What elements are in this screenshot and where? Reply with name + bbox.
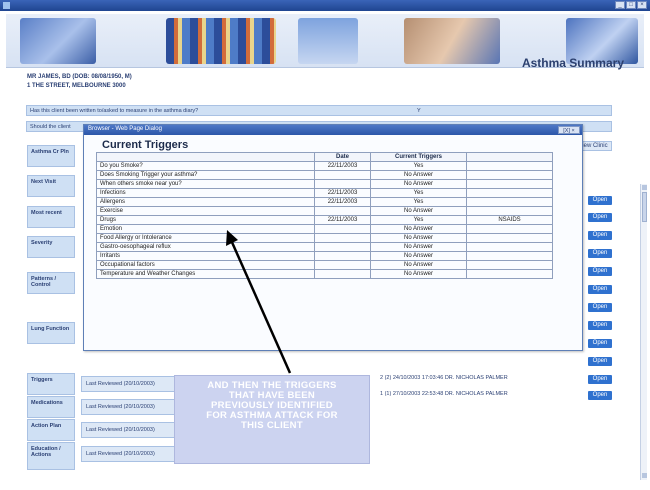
callout-line: THIS CLIENT [241, 420, 303, 431]
annotation-callout: AND THEN THE TRIGGERS THAT HAVE BEEN PRE… [174, 375, 370, 464]
arrow-line [229, 239, 292, 374]
